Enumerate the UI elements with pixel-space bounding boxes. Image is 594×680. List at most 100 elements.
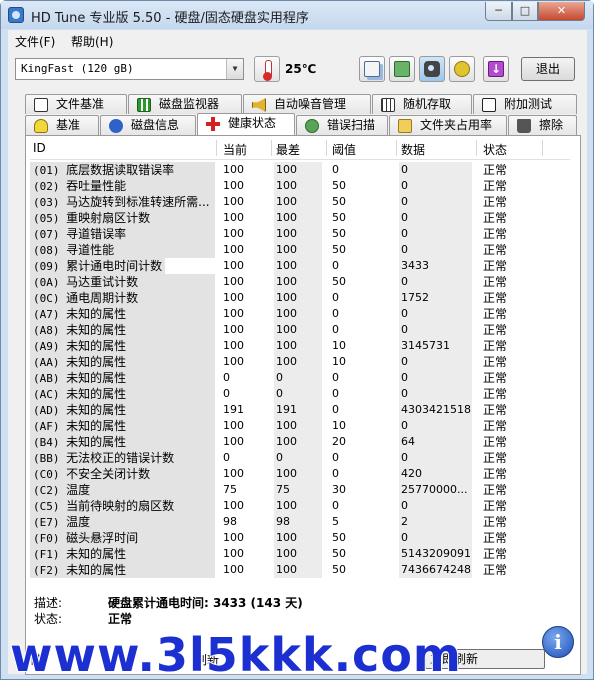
column-divider[interactable] [216, 140, 217, 156]
options-button[interactable] [449, 56, 475, 82]
table-row[interactable]: (C0) 不安全关闭计数 100 100 0 420 正常 [28, 466, 578, 482]
column-header-id[interactable]: ID [33, 141, 46, 155]
cell-id: (E7) 温度 [30, 514, 215, 530]
tab-error-scan[interactable]: 错误扫描 [296, 115, 388, 135]
menu-file[interactable]: 文件(F) [15, 33, 55, 50]
tab-disk-monitor[interactable]: 磁盘监视器 [128, 94, 242, 114]
column-divider[interactable] [271, 140, 272, 156]
cell-threshold: 0 [332, 499, 339, 512]
table-row[interactable]: (BB) 无法校正的错误计数 0 0 0 0 正常 [28, 450, 578, 466]
chevron-down-icon[interactable]: ▼ [226, 59, 243, 79]
column-divider[interactable] [476, 140, 477, 156]
maximize-button[interactable]: □ [512, 2, 538, 21]
cell-threshold: 20 [332, 435, 346, 448]
cell-worst: 100 [274, 210, 322, 226]
table-row[interactable]: (B4) 未知的属性 100 100 20 64 正常 [28, 434, 578, 450]
attribute-code: (09) [33, 260, 60, 273]
table-row[interactable]: (C5) 当前待映射的扇区数 100 100 0 0 正常 [28, 498, 578, 514]
table-row[interactable]: (0A) 马达重试计数 100 100 50 0 正常 [28, 274, 578, 290]
table-row[interactable]: (F0) 磁头悬浮时间 100 100 50 0 正常 [28, 530, 578, 546]
cell-data: 0 [399, 322, 472, 338]
title-bar[interactable]: HD Tune 专业版 5.50 - 硬盘/固态硬盘实用程序 ─ □ ✕ [1, 1, 593, 29]
tab-benchmark[interactable]: 基准 [25, 115, 99, 135]
table-row[interactable]: (AA) 未知的属性 100 100 10 0 正常 [28, 354, 578, 370]
smart-table[interactable]: ID 当前 最差 阈值 数据 状态 (01) 底层数据读取错误率 100 100 0 0… [28, 138, 578, 580]
tab-health[interactable]: 健康状态 [197, 113, 295, 135]
table-row[interactable]: (05) 重映射扇区计数 100 100 50 0 正常 [28, 210, 578, 226]
tab-extra-tests[interactable]: 附加测试 [473, 94, 577, 114]
copy-info-button[interactable] [359, 56, 385, 82]
table-row[interactable]: (A7) 未知的属性 100 100 0 0 正常 [28, 306, 578, 322]
column-header-current[interactable]: 当前 [223, 141, 247, 158]
table-row[interactable]: (E7) 温度 98 98 5 2 正常 [28, 514, 578, 530]
cell-current: 100 [223, 211, 244, 224]
screenshot-button[interactable] [419, 56, 445, 82]
cell-worst: 100 [274, 354, 322, 370]
table-row[interactable]: (F1) 未知的属性 100 100 50 5143209091 正常 [28, 546, 578, 562]
table-row[interactable]: (AB) 未知的属性 0 0 0 0 正常 [28, 370, 578, 386]
cell-id: (0A) 马达重试计数 [30, 274, 215, 290]
cell-current: 100 [223, 499, 244, 512]
cell-status: 正常 [483, 163, 508, 177]
menu-help[interactable]: 帮助(H) [71, 33, 113, 50]
header-divider [30, 159, 570, 160]
table-row[interactable]: (07) 寻道错误率 100 100 50 0 正常 [28, 226, 578, 242]
tab-disk-info[interactable]: 磁盘信息 [100, 115, 196, 135]
cell-threshold: 50 [332, 227, 346, 240]
column-header-threshold[interactable]: 阈值 [332, 141, 356, 158]
table-row[interactable]: (AC) 未知的属性 0 0 0 0 正常 [28, 386, 578, 402]
client-area: 文件(F) 帮助(H) KingFast (120 gB) ▼ 25℃ ↓ 退出… [8, 30, 587, 675]
table-row[interactable]: (08) 寻道性能 100 100 50 0 正常 [28, 242, 578, 258]
table-row[interactable]: (C2) 温度 75 75 30 25770000... 正常 [28, 482, 578, 498]
tab-noise-management[interactable]: 自动噪音管理 [243, 94, 371, 114]
cell-data: 1752 [399, 290, 472, 306]
cell-status: 正常 [483, 435, 508, 449]
table-row[interactable]: (F2) 未知的属性 100 100 50 7436674248 正常 [28, 562, 578, 578]
column-divider[interactable] [396, 140, 397, 156]
cell-status: 正常 [483, 275, 508, 289]
tab-random-access[interactable]: 随机存取 [372, 94, 472, 114]
minimize-button[interactable]: ─ [485, 2, 512, 21]
drive-select[interactable]: KingFast (120 gB) ▼ [15, 58, 244, 80]
cell-data: 0 [399, 354, 472, 370]
cell-data: 2 [399, 514, 472, 530]
close-button[interactable]: ✕ [538, 2, 585, 21]
download-button[interactable]: ↓ [483, 56, 509, 82]
camera-icon [424, 61, 440, 77]
cell-current: 100 [223, 467, 244, 480]
tab-folder-usage[interactable]: 文件夹占用率 [389, 115, 507, 135]
cell-data: 0 [399, 530, 472, 546]
attribute-name: 未知的属性 [66, 419, 127, 433]
table-row[interactable]: (03) 马达旋转到标准转速所需... 100 100 50 0 正常 [28, 194, 578, 210]
cell-worst: 100 [274, 562, 322, 578]
table-row[interactable]: (01) 底层数据读取错误率 100 100 0 0 正常 [28, 162, 578, 178]
column-divider[interactable] [326, 140, 327, 156]
table-row[interactable]: (0C) 通电周期计数 100 100 0 1752 正常 [28, 290, 578, 306]
table-row[interactable]: (AF) 未知的属性 100 100 10 0 正常 [28, 418, 578, 434]
table-row[interactable]: (A8) 未知的属性 100 100 0 0 正常 [28, 322, 578, 338]
tab-file-benchmark[interactable]: 文件基准 [25, 94, 127, 114]
cell-threshold: 5 [332, 515, 339, 528]
attribute-name: 累计通电时间计数 [66, 259, 163, 273]
description-value: 硬盘累计通电时间: 3433 (143 天) [108, 596, 303, 610]
table-row[interactable]: (A9) 未知的属性 100 100 10 3145731 正常 [28, 338, 578, 354]
attribute-code: (0C) [33, 292, 60, 305]
cell-data: 0 [399, 418, 472, 434]
table-row[interactable]: (AD) 未知的属性 191 191 0 4303421518 正常 [28, 402, 578, 418]
column-header-data[interactable]: 数据 [401, 141, 425, 158]
exit-button[interactable]: 退出 [521, 57, 575, 81]
column-header-status[interactable]: 状态 [483, 141, 507, 158]
cell-data: 0 [399, 274, 472, 290]
cell-worst: 100 [274, 290, 322, 306]
cell-status: 正常 [483, 339, 508, 353]
save-button[interactable] [389, 56, 415, 82]
table-row[interactable]: (02) 吞吐量性能 100 100 50 0 正常 [28, 178, 578, 194]
column-header-worst[interactable]: 最差 [276, 141, 300, 158]
tab-erase[interactable]: 擦除 [508, 115, 577, 135]
cell-worst: 100 [274, 178, 322, 194]
wrench-icon [454, 61, 470, 77]
attribute-code: (07) [33, 228, 60, 241]
cell-worst: 100 [274, 322, 322, 338]
table-row[interactable]: (09) 累计通电时间计数 100 100 0 3433 正常 [28, 258, 578, 274]
column-divider[interactable] [542, 140, 543, 156]
